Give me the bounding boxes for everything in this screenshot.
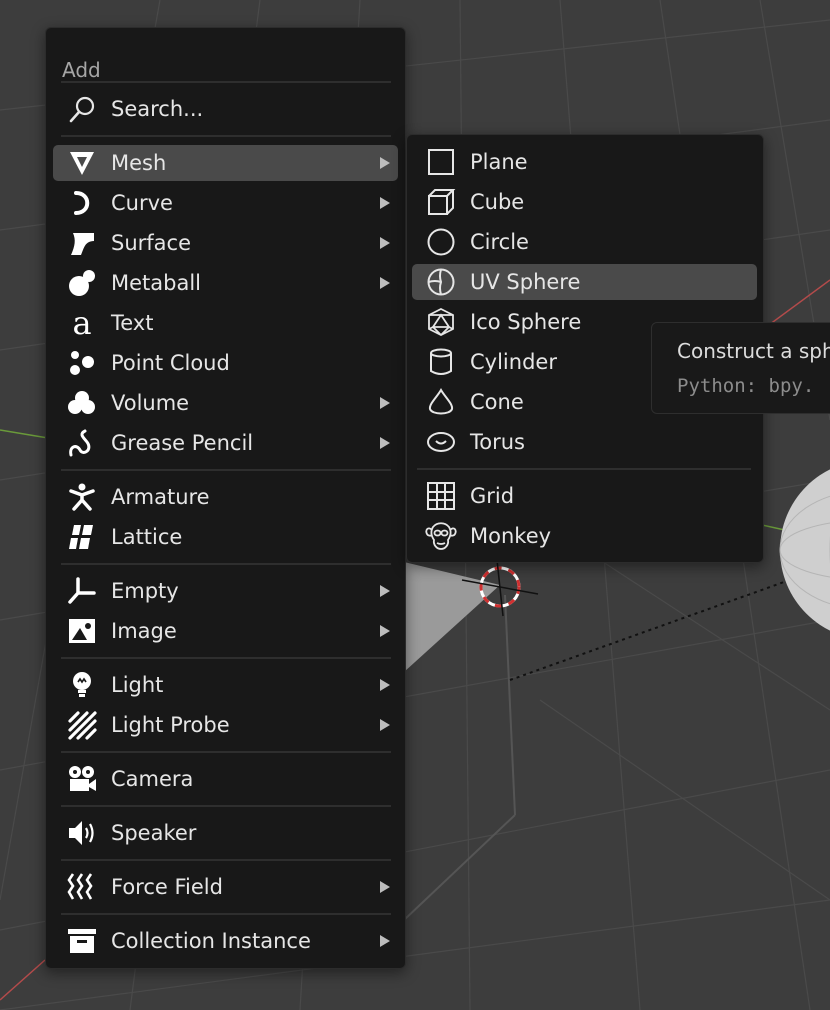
menu-item-metaball[interactable]: Metaball [53,265,398,301]
submenu-arrow-icon [380,437,390,449]
menu-item-camera[interactable]: Camera [53,761,398,797]
cylinder-icon [425,346,457,378]
menu-item-torus[interactable]: Torus [412,424,757,460]
separator [61,135,391,137]
menu-item-curve[interactable]: Curve [53,185,398,221]
cone-icon [425,386,457,418]
cube-icon [425,186,457,218]
tooltip: Construct a sph Python: bpy. [651,322,830,414]
menu-item-text[interactable]: a Text [53,305,398,341]
menu-item-monkey[interactable]: Monkey [412,518,757,554]
light-icon [66,669,98,701]
tooltip-description: Construct a sph [677,339,830,363]
menu-item-light-probe[interactable]: Light Probe [53,707,398,743]
plane-object [404,562,500,672]
submenu-arrow-icon [380,585,390,597]
tooltip-python: Python: bpy. [677,375,815,397]
submenu-arrow-icon [380,679,390,691]
submenu-arrow-icon [380,625,390,637]
add-menu: Add Search... Mesh Curve Surface Metabal [45,27,406,969]
uv-sphere-icon [425,266,457,298]
separator [61,563,391,565]
menu-item-speaker[interactable]: Speaker [53,815,398,851]
camera-icon [66,763,98,795]
separator [61,657,391,659]
menu-item-lattice[interactable]: Lattice [53,519,398,555]
separator [61,913,391,915]
menu-item-surface[interactable]: Surface [53,225,398,261]
separator [61,805,391,807]
menu-item-circle[interactable]: Circle [412,224,757,260]
submenu-arrow-icon [380,719,390,731]
separator [61,81,391,83]
mesh-icon [66,147,98,179]
speaker-icon [66,817,98,849]
menu-item-image[interactable]: Image [53,613,398,649]
menu-item-mesh[interactable]: Mesh [53,145,398,181]
submenu-arrow-icon [380,881,390,893]
menu-item-uv-sphere[interactable]: UV Sphere [412,264,757,300]
menu-item-grease-pencil[interactable]: Grease Pencil [53,425,398,461]
ico-sphere-icon [425,306,457,338]
menu-item-plane[interactable]: Plane [412,144,757,180]
menu-item-grid[interactable]: Grid [412,478,757,514]
submenu-arrow-icon [380,397,390,409]
force-field-icon [66,871,98,903]
text-icon: a [66,307,98,339]
submenu-arrow-icon [380,237,390,249]
menu-item-search[interactable]: Search... [53,91,398,127]
light-probe-icon [66,709,98,741]
submenu-arrow-icon [380,157,390,169]
separator [61,469,391,471]
menu-title: Add [62,58,101,82]
lattice-icon [66,521,98,553]
submenu-arrow-icon [380,935,390,947]
plane-icon [425,146,457,178]
separator [61,751,391,753]
monkey-icon [425,520,457,552]
submenu-arrow-icon [380,197,390,209]
menu-item-empty[interactable]: Empty [53,573,398,609]
curve-icon [66,187,98,219]
menu-item-cube[interactable]: Cube [412,184,757,220]
collection-instance-icon [66,925,98,957]
volume-icon [66,387,98,419]
menu-item-force-field[interactable]: Force Field [53,869,398,905]
separator [417,468,751,470]
menu-item-light[interactable]: Light [53,667,398,703]
torus-icon [425,426,457,458]
empty-icon [66,575,98,607]
menu-item-volume[interactable]: Volume [53,385,398,421]
svg-text:a: a [72,308,91,338]
image-icon [66,615,98,647]
grease-pencil-icon [66,427,98,459]
metaball-icon [66,267,98,299]
menu-item-point-cloud[interactable]: Point Cloud [53,345,398,381]
submenu-arrow-icon [380,277,390,289]
grid-icon [425,480,457,512]
point-cloud-icon [66,347,98,379]
circle-icon [425,226,457,258]
surface-icon [66,227,98,259]
menu-item-armature[interactable]: Armature [53,479,398,515]
separator [61,859,391,861]
menu-item-collection-instance[interactable]: Collection Instance [53,923,398,959]
armature-icon [66,481,98,513]
search-icon [66,93,98,125]
